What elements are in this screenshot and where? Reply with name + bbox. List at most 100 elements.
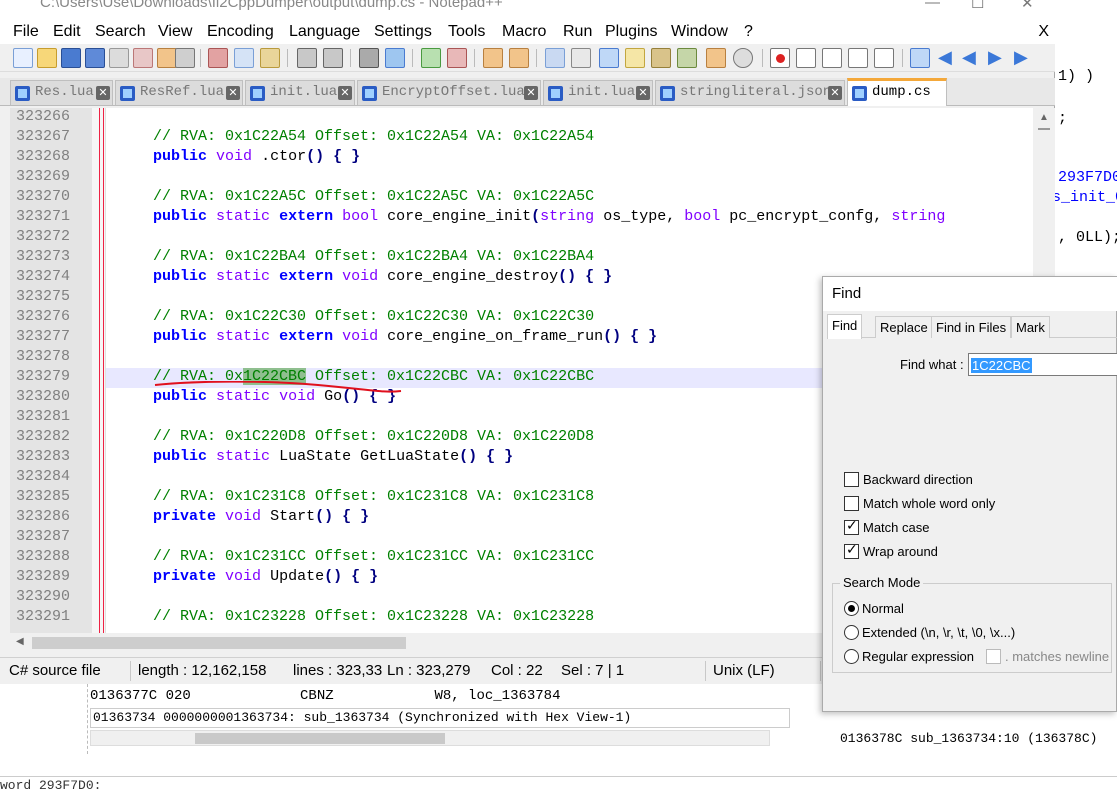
function-list-icon[interactable]	[677, 48, 697, 68]
tab-resref-lua[interactable]: ResRef.lua ✕	[115, 80, 243, 105]
menu-language[interactable]: Language	[289, 23, 360, 41]
find-icon[interactable]	[359, 48, 379, 68]
tab-init-lua-2[interactable]: init.lua ✕	[543, 80, 653, 105]
tab-mark[interactable]: Mark	[1011, 316, 1050, 338]
fold-margin[interactable]	[92, 108, 106, 633]
word-wrap-icon[interactable]	[545, 48, 565, 68]
disassembly-line[interactable]: 0136377C 020 CBNZ W8, loc_1363784	[90, 688, 560, 704]
close-tab-icon[interactable]: ✕	[828, 86, 842, 100]
monitoring-icon[interactable]	[733, 48, 753, 68]
tab-init-lua[interactable]: init.lua ✕	[245, 80, 355, 105]
backward-direction-option[interactable]: Backward direction	[844, 472, 973, 487]
radio-selected[interactable]	[844, 601, 859, 616]
record-macro-icon[interactable]	[770, 48, 790, 68]
close-all-icon[interactable]	[133, 48, 153, 68]
folder-workspace-icon[interactable]	[706, 48, 726, 68]
code-line[interactable]: // RVA: 0x1C22A5C Offset: 0x1C22A5C VA: …	[106, 188, 1055, 208]
match-whole-word-option[interactable]: Match whole word only	[844, 496, 995, 511]
redo-icon[interactable]	[323, 48, 343, 68]
menu-file[interactable]: File	[13, 23, 39, 41]
paste-icon[interactable]	[260, 48, 280, 68]
tab-dump-cs[interactable]: dump.cs✕	[847, 78, 947, 106]
tab-replace[interactable]: Replace	[875, 316, 933, 338]
scroll-thumb[interactable]	[1038, 128, 1050, 130]
sync-vertical-icon[interactable]	[483, 48, 503, 68]
zoom-in-icon[interactable]	[421, 48, 441, 68]
arrow-left-icon[interactable]: ◀	[938, 48, 958, 68]
scroll-thumb[interactable]	[32, 637, 406, 649]
tab-find-in-files[interactable]: Find in Files	[931, 316, 1012, 338]
show-all-chars-icon[interactable]	[571, 48, 591, 68]
menu-run[interactable]: Run	[563, 23, 592, 41]
menu-search[interactable]: Search	[95, 23, 146, 41]
close-tab-icon[interactable]: ✕	[96, 86, 110, 100]
spell-check-icon[interactable]	[910, 48, 930, 68]
scroll-up-icon[interactable]: ▲	[1039, 112, 1049, 123]
menu-macro[interactable]: Macro	[502, 23, 546, 41]
open-file-icon[interactable]	[37, 48, 57, 68]
tab-stringliteral-json[interactable]: stringliteral.json ✕	[655, 80, 845, 105]
save-all-icon[interactable]	[85, 48, 105, 68]
menu-view[interactable]: View	[158, 23, 192, 41]
checkbox[interactable]	[986, 649, 1001, 664]
matches-newline-option[interactable]: . matches newline	[986, 649, 1109, 664]
mode-extended-option[interactable]: Extended (\n, \r, \t, \0, \x...)	[844, 625, 1015, 640]
close-file-icon[interactable]	[109, 48, 129, 68]
undo-icon[interactable]	[297, 48, 317, 68]
close-document-icon[interactable]: X	[1038, 23, 1049, 41]
play-macro-icon[interactable]	[822, 48, 842, 68]
menu-encoding[interactable]: Encoding	[207, 23, 274, 41]
find-what-input[interactable]: 1C22CBC	[968, 353, 1117, 376]
maximize-icon[interactable]: ☐	[971, 0, 984, 12]
checkbox[interactable]	[844, 472, 859, 487]
menu-tools[interactable]: Tools	[448, 23, 485, 41]
wrap-around-option[interactable]: Wrap around	[844, 542, 938, 559]
code-line[interactable]: // RVA: 0x1C22BA4 Offset: 0x1C22BA4 VA: …	[106, 248, 1055, 268]
tab-res-lua[interactable]: Res.lua ✕	[10, 80, 113, 105]
copy-icon[interactable]	[234, 48, 254, 68]
tab-find[interactable]: Find	[827, 314, 863, 339]
arrow-right-icon[interactable]: ▶	[1014, 48, 1034, 68]
close-icon[interactable]: ✕	[1021, 0, 1034, 12]
checkbox-checked[interactable]	[844, 518, 859, 535]
close-tab-icon[interactable]: ✕	[226, 86, 240, 100]
checkbox-checked[interactable]	[844, 542, 859, 559]
indent-guide-icon[interactable]	[599, 48, 619, 68]
title-bar[interactable]: C:\Users\Use\Downloads\Il2CppDumper\outp…	[0, 0, 1055, 20]
minimize-icon[interactable]: —	[925, 0, 940, 11]
close-all-but-icon[interactable]	[157, 48, 177, 68]
replace-icon[interactable]	[385, 48, 405, 68]
checkbox[interactable]	[844, 496, 859, 511]
stop-record-icon[interactable]	[796, 48, 816, 68]
arrow-back-icon[interactable]: ◀	[962, 48, 982, 68]
match-case-option[interactable]: Match case	[844, 518, 929, 535]
language-icon[interactable]	[625, 48, 645, 68]
new-file-icon[interactable]	[13, 48, 33, 68]
zoom-out-icon[interactable]	[447, 48, 467, 68]
scroll-left-icon[interactable]: ◀	[16, 636, 24, 647]
mode-normal-option[interactable]: Normal	[844, 601, 904, 616]
print-icon[interactable]	[175, 48, 195, 68]
menu-settings[interactable]: Settings	[374, 23, 432, 41]
sync-horizontal-icon[interactable]	[509, 48, 529, 68]
code-line[interactable]: // RVA: 0x1C22A54 Offset: 0x1C22A54 VA: …	[106, 128, 1055, 148]
tab-encryptoffset-lua[interactable]: EncryptOffset.lua ✕	[357, 80, 541, 105]
scroll-thumb[interactable]	[195, 733, 445, 744]
document-map-icon[interactable]	[651, 48, 671, 68]
menu-window[interactable]: Window	[671, 23, 728, 41]
radio[interactable]	[844, 625, 859, 640]
cut-icon[interactable]	[208, 48, 228, 68]
play-multiple-icon[interactable]	[848, 48, 868, 68]
save-icon[interactable]	[61, 48, 81, 68]
code-line[interactable]: public static extern bool core_engine_in…	[106, 208, 1055, 228]
code-line[interactable]: public void .ctor() { }	[106, 148, 1055, 168]
close-tab-icon[interactable]: ✕	[636, 86, 650, 100]
save-macro-icon[interactable]	[874, 48, 894, 68]
menu-plugins[interactable]: Plugins	[605, 23, 657, 41]
arrow-forward-icon[interactable]: ▶	[988, 48, 1008, 68]
disassembly-hscrollbar[interactable]	[90, 730, 770, 746]
radio[interactable]	[844, 649, 859, 664]
find-dialog-titlebar[interactable]: Find	[823, 277, 1117, 311]
close-tab-icon[interactable]: ✕	[338, 86, 352, 100]
mode-regex-option[interactable]: Regular expression	[844, 649, 974, 664]
